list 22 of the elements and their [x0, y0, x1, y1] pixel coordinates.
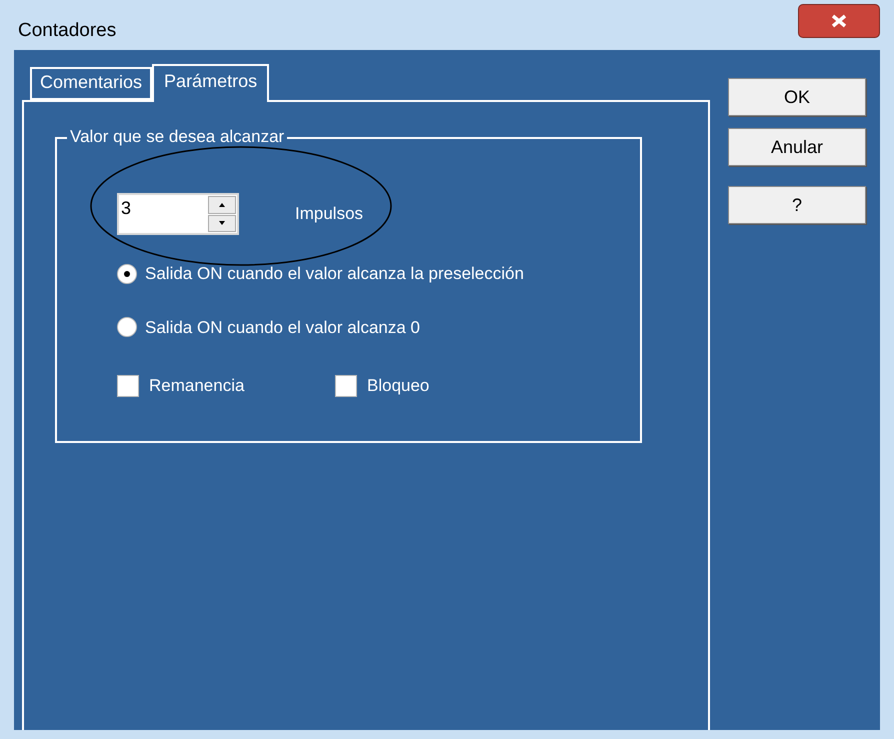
close-icon — [831, 14, 847, 28]
unit-label: Impulsos — [295, 203, 364, 226]
dialog-button[interactable]: ? — [728, 186, 866, 224]
up-arrow-icon — [219, 202, 225, 207]
checkbox[interactable] — [117, 374, 139, 397]
spin-up-button[interactable] — [208, 196, 236, 214]
dialog-button[interactable]: Anular — [728, 128, 866, 166]
radio-label: Salida ON cuando el valor alcanza la preselección — [145, 263, 524, 285]
radio-button[interactable] — [117, 317, 137, 338]
spin-down-button[interactable] — [208, 214, 236, 232]
checkbox[interactable] — [335, 374, 357, 397]
radio-label: Salida ON cuando el valor alcanza 0 — [145, 316, 420, 338]
down-arrow-icon — [219, 221, 225, 226]
tab[interactable]: Comentarios — [30, 67, 152, 100]
checkbox-label: Bloqueo — [367, 375, 430, 397]
radio-button[interactable] — [117, 264, 137, 284]
tab[interactable]: Parámetros — [152, 64, 270, 102]
dialog-button[interactable]: OK — [728, 78, 866, 116]
checkbox-label: Remanencia — [149, 375, 244, 397]
close-button[interactable] — [798, 4, 880, 38]
window-title: Contadores — [18, 19, 116, 43]
spinner-field[interactable]: 3 — [117, 193, 239, 235]
